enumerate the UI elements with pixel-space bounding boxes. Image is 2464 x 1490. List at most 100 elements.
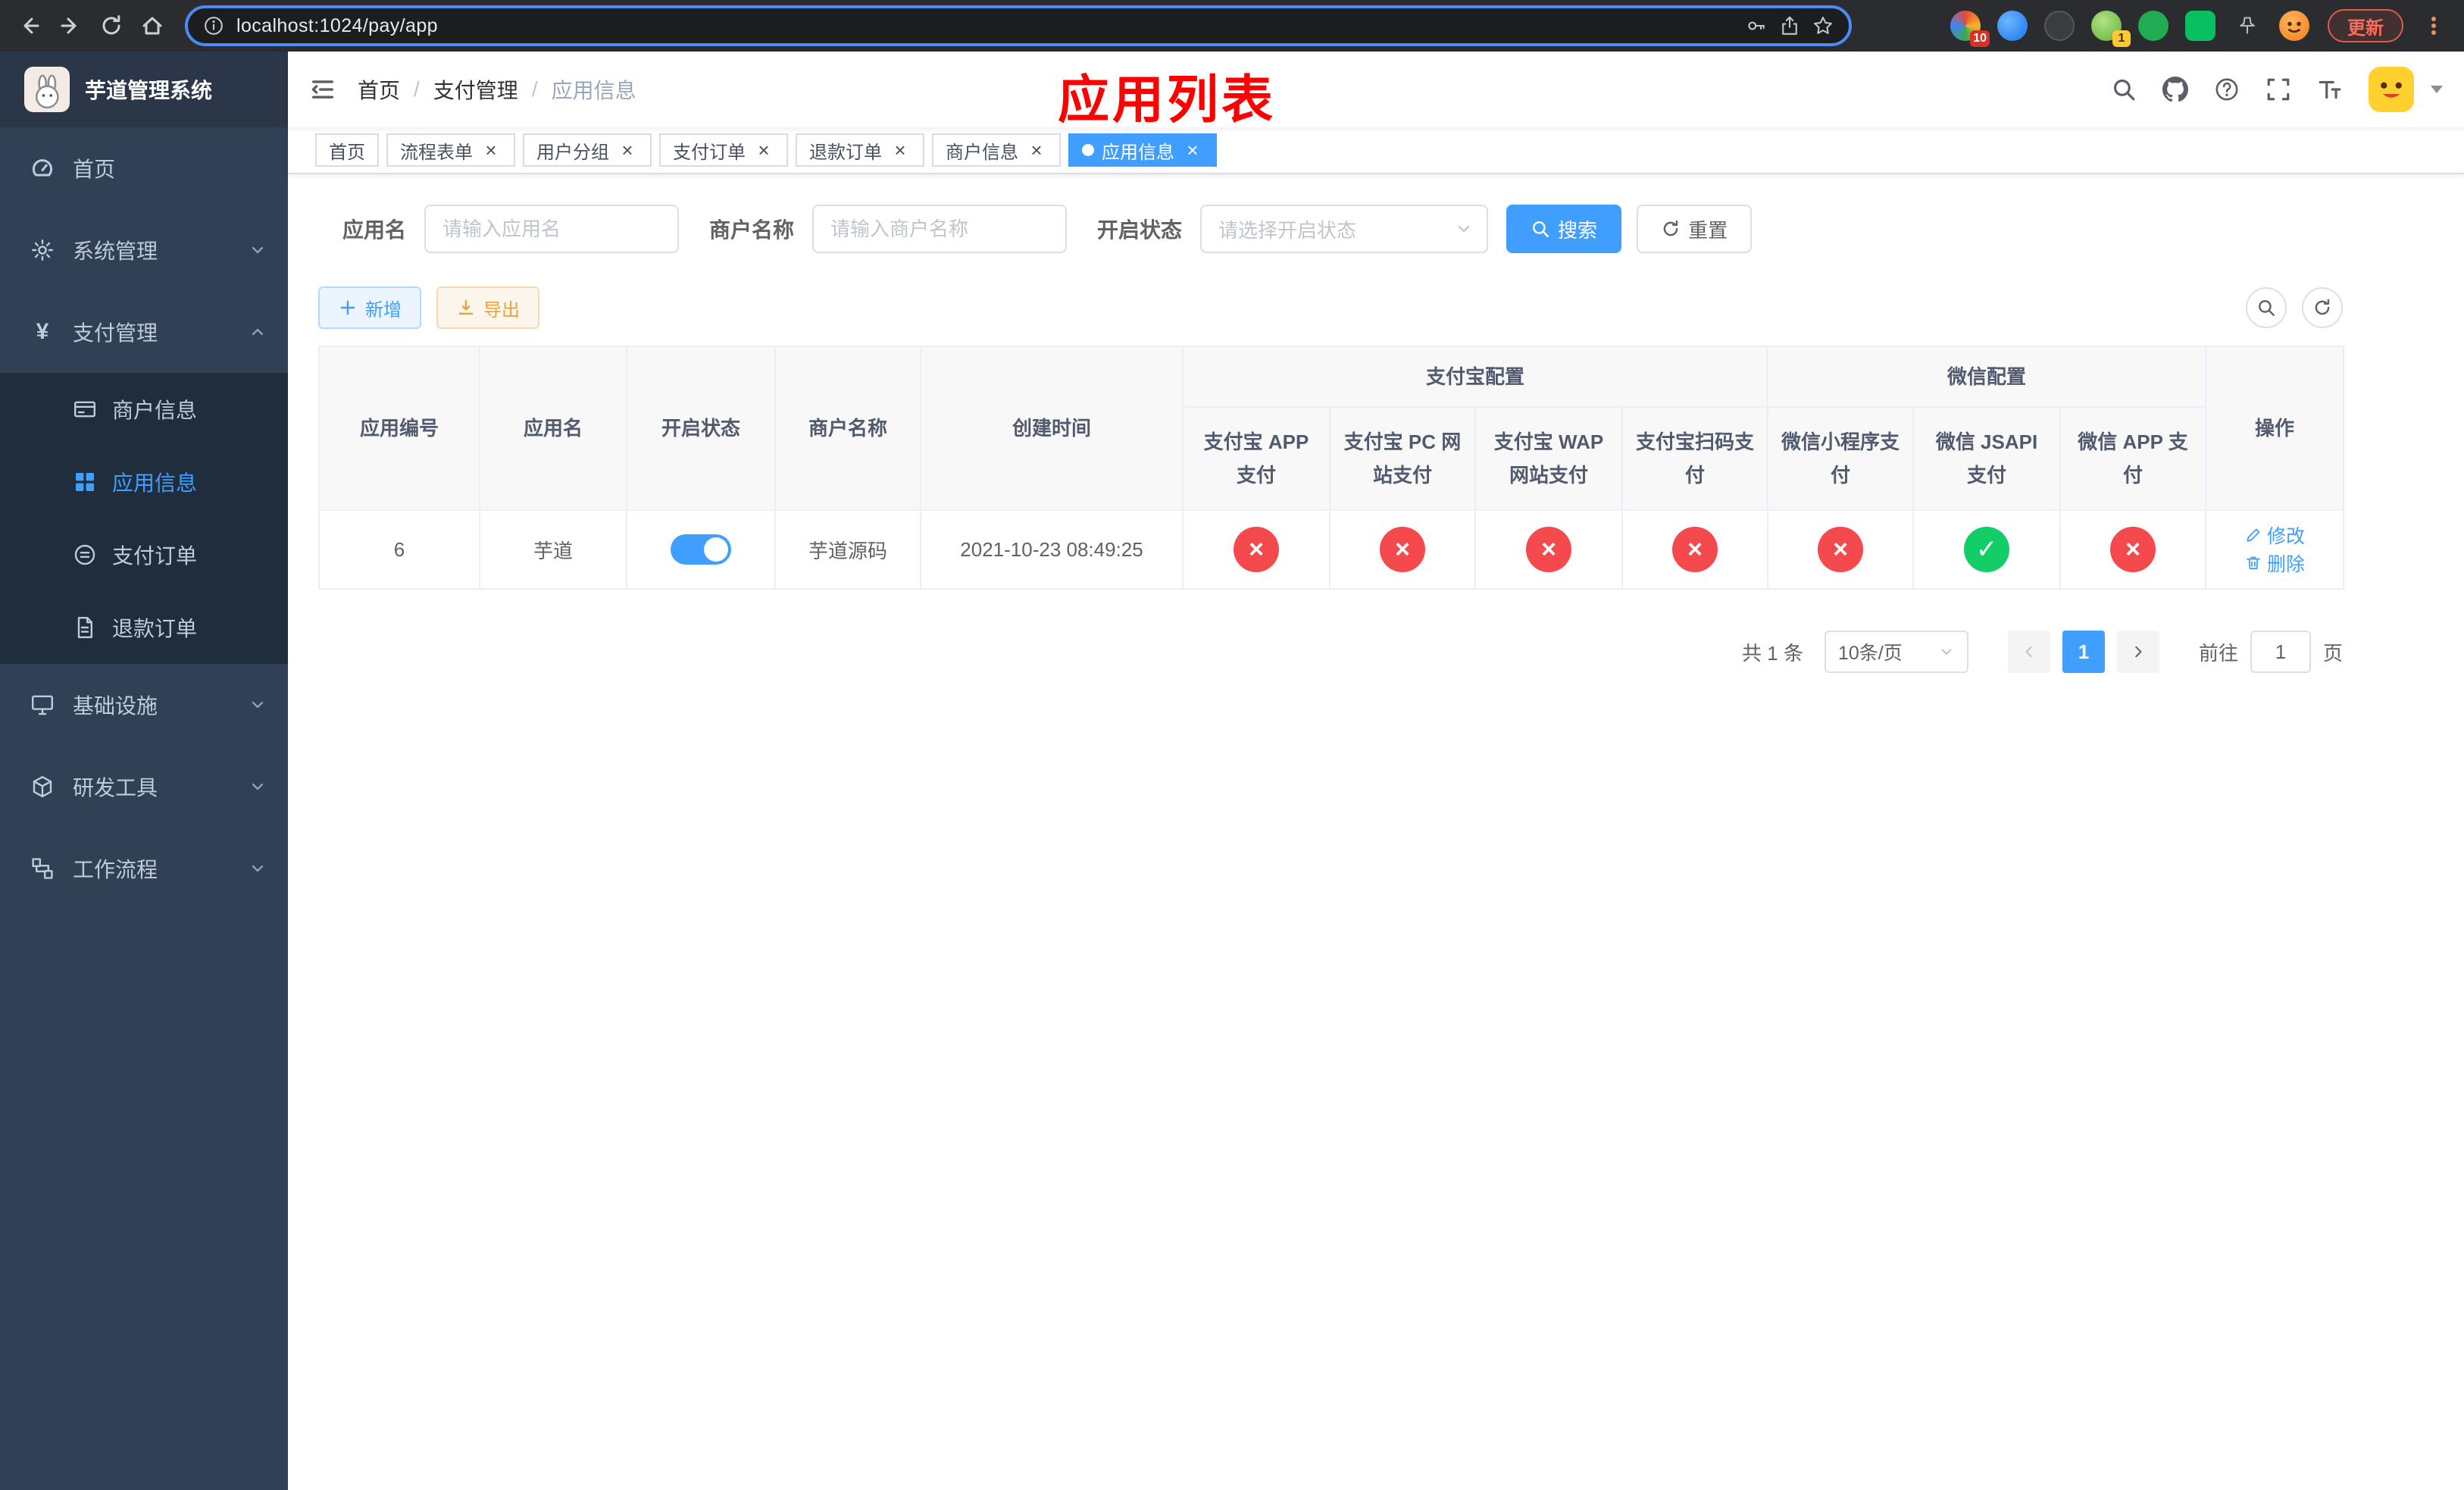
browser-menu-icon[interactable]: [2419, 5, 2449, 46]
sidebar-item-label: 研发工具: [73, 776, 158, 800]
tag-process-form[interactable]: 流程表单 ×: [386, 133, 515, 167]
col-header-app-name: 应用名: [479, 346, 627, 511]
col-header-status: 开启状态: [626, 346, 776, 511]
enabled-switch[interactable]: [671, 534, 731, 565]
user-avatar[interactable]: [2369, 67, 2414, 112]
fullscreen-icon[interactable]: [2265, 77, 2291, 102]
home-icon[interactable]: [132, 5, 173, 46]
chevron-left-icon: [2025, 646, 2032, 658]
breadcrumb-payment[interactable]: 支付管理: [433, 74, 518, 105]
sidebar-item-workflow[interactable]: 工作流程: [0, 828, 288, 909]
extension-badge: 1: [2112, 30, 2131, 47]
sidebar-item-payment[interactable]: ¥ 支付管理: [0, 291, 288, 373]
header-search-icon[interactable]: [2111, 77, 2137, 102]
app-logo[interactable]: 芋道管理系统: [0, 52, 288, 127]
col-header-wechat-app: 微信 APP 支付: [2059, 406, 2207, 511]
cell-app-id: 6: [318, 509, 480, 590]
tag-label: 支付订单: [673, 142, 746, 163]
export-button[interactable]: 导出: [436, 286, 539, 329]
sidebar-item-merchant-info[interactable]: 商户信息: [0, 373, 288, 446]
tag-merchant-info[interactable]: 商户信息 ×: [932, 133, 1061, 167]
active-dot: [1082, 144, 1094, 156]
tag-close-icon[interactable]: ×: [1026, 139, 1047, 161]
merchant-name-input[interactable]: [812, 205, 1068, 253]
extension-icon-green-circle[interactable]: [2138, 11, 2169, 41]
tag-close-icon[interactable]: ×: [890, 139, 911, 161]
url-text[interactable]: localhost:1024/pay/app: [236, 15, 438, 37]
sidebar-toggle-icon[interactable]: [288, 76, 358, 103]
cell-actions: 修改 删除: [2205, 509, 2345, 590]
reset-button[interactable]: 重置: [1637, 205, 1753, 253]
tag-close-icon[interactable]: ×: [480, 139, 502, 161]
reload-icon[interactable]: [91, 5, 132, 46]
next-page-button[interactable]: [2116, 631, 2159, 673]
back-icon[interactable]: [9, 5, 50, 46]
chevron-right-icon: [2135, 646, 2142, 658]
sidebar-item-app-info[interactable]: 应用信息: [0, 446, 288, 518]
breadcrumb-home[interactable]: 首页: [358, 74, 400, 105]
extension-icon-blue[interactable]: [1997, 11, 2028, 41]
delete-link[interactable]: 删除: [2244, 549, 2305, 577]
chevron-down-icon[interactable]: [2431, 86, 2443, 93]
extension-icon-green-badged[interactable]: 1: [2091, 11, 2131, 47]
sidebar-item-dev-tools[interactable]: 研发工具: [0, 746, 288, 828]
prev-page-button[interactable]: [2007, 631, 2050, 673]
address-bar[interactable]: localhost:1024/pay/app: [185, 5, 1852, 46]
tag-home[interactable]: 首页: [315, 133, 379, 167]
goto-page-input[interactable]: [2250, 631, 2311, 673]
sidebar-item-label: 退款订单: [112, 617, 198, 640]
group-header-wechat: 微信配置: [1767, 346, 2207, 408]
bookmark-star-icon[interactable]: [1812, 15, 1834, 36]
plus-icon: [340, 300, 355, 315]
tag-refund-orders[interactable]: 退款订单 ×: [796, 133, 924, 167]
navbar: 首页 / 支付管理 / 应用信息 应用列表: [288, 52, 2464, 129]
status-badge: ×: [1672, 527, 1718, 572]
password-key-icon[interactable]: [1746, 15, 1767, 36]
extension-icon-dark[interactable]: [2044, 11, 2075, 41]
tag-user-group[interactable]: 用户分组 ×: [523, 133, 652, 167]
col-header-wechat-jsapi: 微信 JSAPI 支付: [1912, 406, 2062, 511]
extension-icon-orange-face[interactable]: [2279, 11, 2309, 41]
logo-avatar-icon: [24, 67, 70, 112]
col-header-created: 创建时间: [920, 346, 1184, 511]
browser-update-button[interactable]: 更新: [2328, 9, 2403, 42]
refresh-table-button[interactable]: [2302, 287, 2343, 328]
share-icon[interactable]: [1779, 15, 1800, 36]
tag-label: 首页: [329, 142, 365, 163]
page-annotation: 应用列表: [1058, 71, 1277, 129]
tag-pay-orders[interactable]: 支付订单 ×: [659, 133, 788, 167]
sidebar-item-refund-orders[interactable]: 退款订单: [0, 591, 288, 664]
search-icon: [2259, 300, 2275, 316]
goto-label: 前往: [2198, 641, 2238, 665]
sidebar-item-label: 支付管理: [73, 321, 158, 345]
forward-icon[interactable]: [50, 5, 91, 46]
tag-app-info[interactable]: 应用信息 ×: [1068, 133, 1217, 167]
cell-app-name: 芋道: [479, 509, 627, 590]
tag-close-icon[interactable]: ×: [1182, 139, 1203, 161]
sidebar-item-home[interactable]: 首页: [0, 127, 288, 209]
status-select[interactable]: 请选择开启状态: [1200, 205, 1489, 253]
tag-close-icon[interactable]: ×: [753, 139, 774, 161]
sidebar-item-pay-orders[interactable]: 支付订单: [0, 518, 288, 591]
tag-close-icon[interactable]: ×: [617, 139, 638, 161]
help-icon[interactable]: [2214, 77, 2240, 102]
site-info-icon[interactable]: [203, 15, 224, 36]
pagination: 共 1 条 10条/页 1 前往 页: [318, 631, 2343, 673]
search-button-label: 搜索: [1558, 218, 1598, 242]
status-badge: ✓: [1964, 527, 2010, 572]
extension-pin-icon[interactable]: [2232, 11, 2262, 41]
toggle-search-button[interactable]: [2246, 287, 2287, 328]
app-name-input[interactable]: [424, 205, 680, 253]
page-number-1[interactable]: 1: [2062, 631, 2105, 673]
page-size-select[interactable]: 10条/页: [1824, 631, 1968, 673]
search-button[interactable]: 搜索: [1506, 205, 1622, 253]
add-button[interactable]: 新增: [318, 286, 421, 329]
extension-icon-green-square[interactable]: [2185, 11, 2215, 41]
github-icon[interactable]: [2162, 77, 2188, 102]
sidebar-item-infrastructure[interactable]: 基础设施: [0, 664, 288, 746]
app-name-label: 应用名: [342, 218, 407, 242]
sidebar-item-system[interactable]: 系统管理: [0, 209, 288, 291]
edit-link[interactable]: 修改: [2244, 521, 2305, 549]
extension-icon-colorful[interactable]: 10: [1950, 11, 1990, 47]
font-size-icon[interactable]: [2317, 77, 2343, 102]
